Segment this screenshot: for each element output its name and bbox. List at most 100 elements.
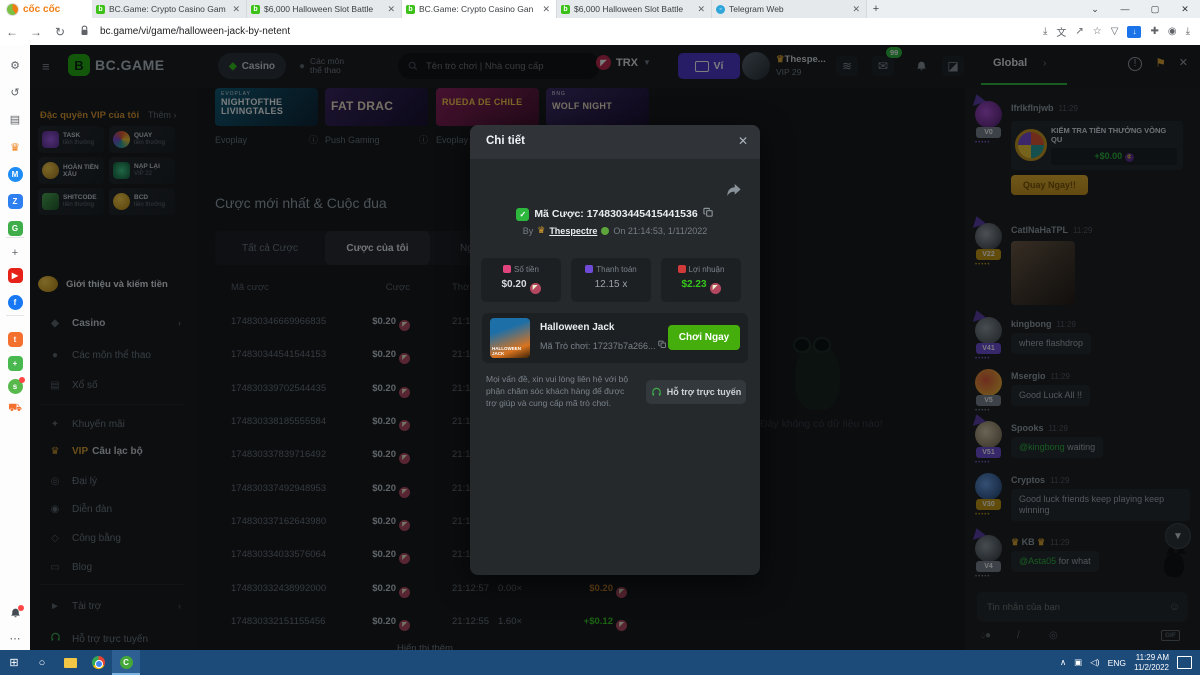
- volume-icon[interactable]: ◁): [1090, 657, 1099, 668]
- browser-navbar: ← → ↻ bc.game/vi/game/halloween-jack-by-…: [0, 18, 1200, 46]
- bcgame-favicon: b: [561, 5, 570, 14]
- games-icon[interactable]: G: [7, 220, 23, 236]
- youtube-icon[interactable]: ▶: [7, 267, 23, 283]
- navbar-actions: ⤓ 文 ↗ ☆ ▽ ↓ ✚ ◉ ⤓: [1043, 24, 1200, 39]
- downloader-icon[interactable]: ↓: [1127, 26, 1141, 38]
- maximize-button[interactable]: ▢: [1140, 0, 1170, 18]
- window-controls: ⌄ — ▢ ✕: [1080, 0, 1200, 18]
- play-now-button[interactable]: Chơi Ngay: [668, 325, 740, 350]
- language-indicator[interactable]: ENG: [1108, 658, 1126, 668]
- taskbar-search-icon[interactable]: ○: [28, 650, 56, 675]
- gift-icon[interactable]: +: [7, 355, 23, 371]
- trx-coin-icon: ◤: [530, 283, 541, 294]
- more-options-icon[interactable]: ⋯: [7, 630, 23, 646]
- coccoc-logo-icon: [6, 3, 19, 16]
- share-icon[interactable]: [726, 183, 742, 202]
- card-icon: [585, 265, 593, 273]
- extensions-icon[interactable]: ✚: [1150, 26, 1158, 37]
- telegram-favicon: ◦: [716, 5, 725, 14]
- tab-close-icon[interactable]: ✕: [850, 4, 862, 15]
- bcgame-page: ≡ B BC.GAME ◆ Casino ● Các mônthể thao ◤…: [30, 45, 1200, 650]
- bet-author-link[interactable]: Thespectre: [549, 226, 597, 236]
- tiki-icon[interactable]: t: [7, 331, 23, 347]
- stat-profit: Lợi nhuận $2.23◤: [661, 258, 741, 302]
- frog-emoji-icon: [601, 227, 609, 235]
- tab-close-icon[interactable]: ✕: [230, 4, 242, 15]
- minimize-button[interactable]: —: [1110, 0, 1140, 18]
- coccoc-brand-label: cốc cốc: [23, 4, 60, 15]
- tab-slot-battle-1[interactable]: b$6,000 Halloween Slot Battle✕: [247, 0, 402, 18]
- live-support-button[interactable]: Hỗ trợ trực tuyến: [646, 380, 746, 404]
- new-tab-button[interactable]: +: [867, 0, 885, 18]
- chrome-icon[interactable]: [84, 650, 112, 675]
- hot-crown-icon[interactable]: ♛: [7, 139, 23, 155]
- notification-dot: [18, 605, 24, 611]
- game-thumbnail[interactable]: HALLOWEEN JACK: [490, 318, 530, 358]
- game-info-box: HALLOWEEN JACK Halloween Jack Mã Trò chơ…: [482, 313, 748, 363]
- sidebar-divider: [6, 237, 24, 238]
- action-center-icon[interactable]: [1177, 656, 1192, 669]
- reload-icon[interactable]: ↻: [48, 25, 72, 39]
- notification-dot: [19, 377, 25, 383]
- coccoc-brand: cốc cốc: [0, 0, 92, 18]
- tab-bcgame-2-active[interactable]: bBC.Game: Crypto Casino Gan✕: [402, 0, 557, 18]
- bet-id-row: ✓ Mã Cược: 1748303445415441536: [470, 207, 760, 221]
- tab-close-icon[interactable]: ✕: [385, 4, 397, 15]
- close-button[interactable]: ✕: [1170, 0, 1200, 18]
- newsfeed-icon[interactable]: ▤: [7, 111, 23, 127]
- tab-slot-battle-2[interactable]: b$6,000 Halloween Slot Battle✕: [557, 0, 712, 18]
- bet-id-text: Mã Cược: 1748303445415441536: [534, 208, 697, 220]
- forward-icon[interactable]: →: [24, 25, 48, 39]
- tab-close-icon[interactable]: ✕: [540, 4, 552, 15]
- add-shortcut-icon[interactable]: +: [7, 245, 23, 261]
- modal-title: Chi tiết: [486, 135, 525, 147]
- sidebar-divider: [6, 315, 24, 316]
- headset-icon: [651, 387, 662, 398]
- browser-sidebar: ⚙ ↺ ▤ ♛ M Z G + ▶ f t + s ⛟ ⋯: [0, 45, 31, 650]
- bookmark-star-icon[interactable]: ☆: [1093, 26, 1102, 37]
- tab-close-icon[interactable]: ✕: [695, 4, 707, 15]
- copy-icon[interactable]: [703, 207, 714, 221]
- modal-close-icon[interactable]: ✕: [738, 134, 748, 148]
- tab-telegram[interactable]: ◦Telegram Web✕: [712, 0, 867, 18]
- facebook-icon[interactable]: f: [7, 294, 23, 310]
- back-icon[interactable]: ←: [0, 25, 24, 39]
- tab-bcgame-1[interactable]: bBC.Game: Crypto Casino Gam✕: [92, 0, 247, 18]
- system-tray: ∧ ▣ ◁) ENG 11:29 AM11/2/2022: [1060, 653, 1200, 673]
- stat-payout: Thanh toán 12.15 x: [571, 258, 651, 302]
- support-note: Mọi vấn đề, xin vui lòng liên hệ với bộ …: [486, 373, 636, 409]
- downloads-icon[interactable]: ⤓: [1186, 26, 1190, 37]
- sprout-icon[interactable]: s: [7, 378, 23, 394]
- messenger-icon[interactable]: M: [7, 166, 23, 182]
- stat-amount: Số tiền $0.20◤: [481, 258, 561, 302]
- settings-gear-icon[interactable]: ⚙: [7, 57, 23, 73]
- adblock-shield-icon[interactable]: ▽: [1111, 26, 1119, 37]
- moneybag-icon: [503, 265, 511, 273]
- save-page-icon[interactable]: ⤓: [1043, 26, 1047, 37]
- modal-header: Chi tiết ✕: [470, 125, 760, 159]
- translate-icon[interactable]: 文: [1056, 24, 1066, 39]
- crown-icon: ♛: [537, 225, 545, 236]
- profit-hand-icon: [678, 265, 686, 273]
- network-icon[interactable]: ▣: [1074, 657, 1082, 668]
- bell-icon[interactable]: [7, 605, 23, 621]
- bcgame-favicon: b: [251, 5, 260, 14]
- taskbar-clock[interactable]: 11:29 AM11/2/2022: [1134, 653, 1169, 673]
- file-explorer-icon[interactable]: [56, 650, 84, 675]
- bet-details-modal: Chi tiết ✕ ✓ Mã Cược: 174830344541544153…: [470, 125, 760, 575]
- browser-tab-strip: cốc cốc bBC.Game: Crypto Casino Gam✕ b$6…: [0, 0, 1200, 18]
- hidden-icons-chevron[interactable]: ∧: [1060, 657, 1066, 668]
- copy-icon[interactable]: [658, 340, 667, 349]
- cart-icon[interactable]: ⛟: [7, 401, 23, 417]
- zalo-icon[interactable]: Z: [7, 193, 23, 209]
- trx-coin-icon: ◤: [710, 283, 721, 294]
- tab-search-icon[interactable]: ⌄: [1080, 0, 1110, 18]
- start-button[interactable]: ⊞: [0, 650, 28, 675]
- history-icon[interactable]: ↺: [7, 84, 23, 100]
- coccoc-taskbar-icon[interactable]: C: [112, 650, 140, 675]
- profile-icon[interactable]: ◉: [1168, 26, 1177, 37]
- bet-timestamp: On 21:14:53, 1/11/2022: [613, 226, 707, 236]
- game-id: Mã Trò chơi: 17237b7a266...: [540, 340, 667, 351]
- share-page-icon[interactable]: ↗: [1075, 26, 1083, 37]
- url-text[interactable]: bc.game/vi/game/halloween-jack-by-netent: [100, 26, 290, 37]
